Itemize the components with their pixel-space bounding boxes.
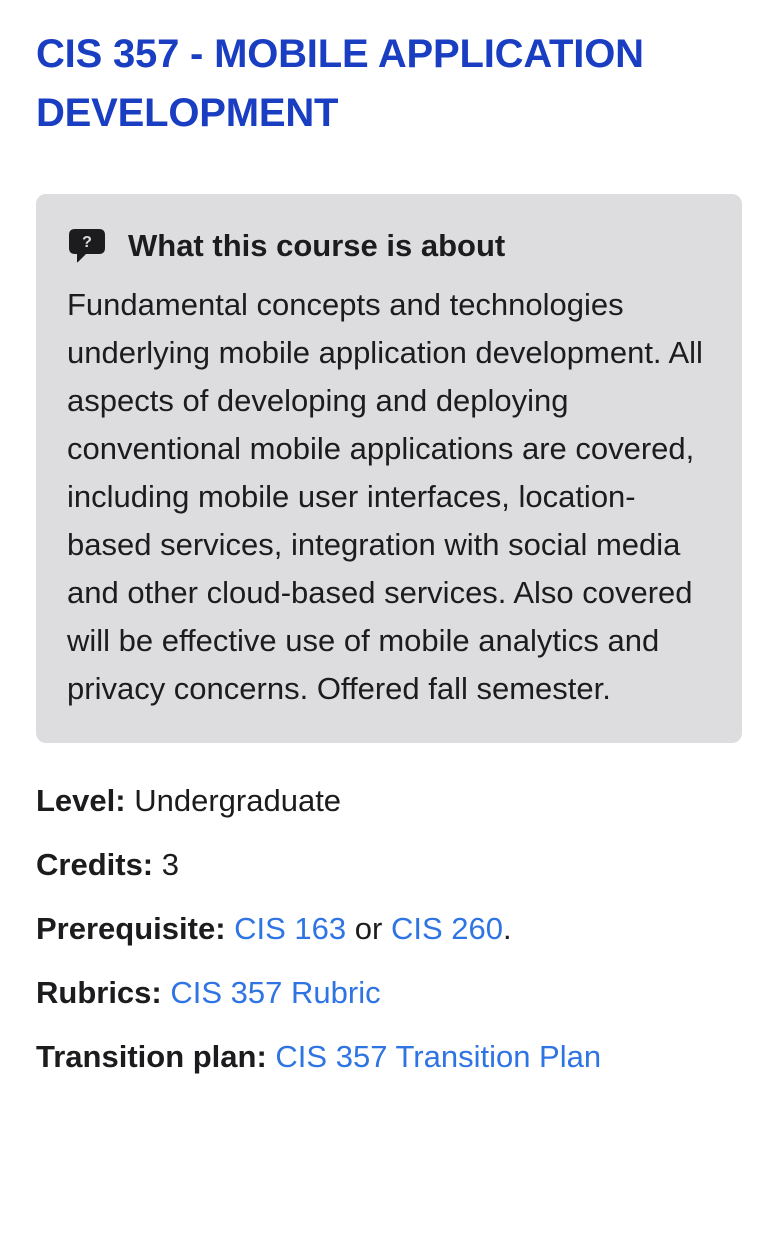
prerequisite-link-cis-163[interactable]: CIS 163	[234, 911, 346, 946]
prerequisite-link-cis-260[interactable]: CIS 260	[391, 911, 503, 946]
rubrics-row: Rubrics: CIS 357 Rubric	[36, 973, 740, 1013]
course-page: CIS 357 - MOBILE APPLICATION DEVELOPMENT…	[0, 0, 776, 1250]
credits-value: 3	[161, 847, 180, 882]
transition-plan-label: Transition plan:	[36, 1039, 267, 1074]
prerequisite-label: Prerequisite:	[36, 911, 226, 946]
credits-label: Credits:	[36, 847, 154, 882]
rubrics-label: Rubrics:	[36, 975, 162, 1010]
svg-text:?: ?	[82, 234, 92, 251]
level-value: Undergraduate	[134, 783, 342, 818]
rubric-link[interactable]: CIS 357 Rubric	[170, 975, 380, 1010]
prerequisite-row: Prerequisite: CIS 163 or CIS 260.	[36, 909, 740, 949]
transition-plan-link[interactable]: CIS 357 Transition Plan	[275, 1039, 601, 1074]
prerequisite-suffix: .	[503, 911, 512, 946]
about-heading: What this course is about	[128, 228, 506, 263]
question-bubble-icon: ?	[67, 225, 107, 267]
transition-plan-row: Transition plan: CIS 357 Transition Plan	[36, 1037, 740, 1077]
page-title: CIS 357 - MOBILE APPLICATION DEVELOPMENT	[36, 32, 644, 135]
course-details: Level: Undergraduate Credits: 3 Prerequi…	[36, 781, 740, 1077]
level-label: Level:	[36, 783, 126, 818]
level-row: Level: Undergraduate	[36, 781, 740, 821]
about-header: ? What this course is about	[67, 225, 712, 267]
course-description: Fundamental concepts and technologies un…	[67, 287, 703, 706]
prerequisite-connector: or	[354, 911, 383, 946]
course-about-box: ? What this course is about Fundamental …	[36, 194, 742, 743]
credits-row: Credits: 3	[36, 845, 740, 885]
